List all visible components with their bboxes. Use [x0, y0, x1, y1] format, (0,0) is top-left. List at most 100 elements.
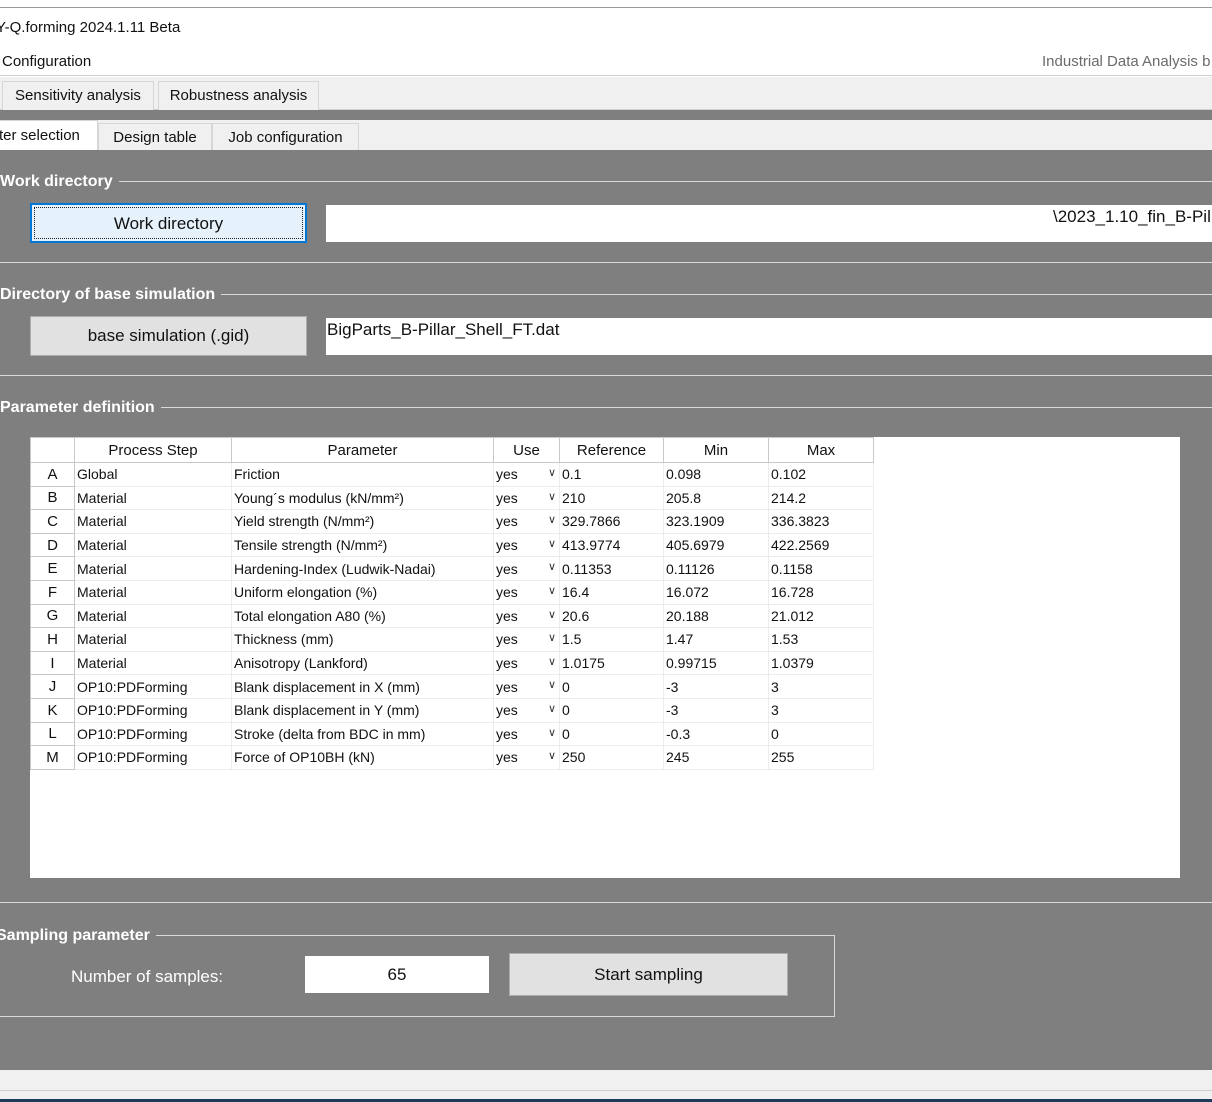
row-header[interactable]: M	[30, 745, 75, 770]
row-header[interactable]: C	[30, 509, 75, 534]
row-header[interactable]: L	[30, 721, 75, 747]
row-header[interactable]: I	[30, 650, 75, 676]
work-directory-button[interactable]: Work directory	[30, 203, 307, 243]
cell-process-step[interactable]: Material	[74, 650, 232, 676]
start-sampling-button[interactable]: Start sampling	[509, 953, 788, 996]
header-max[interactable]: Max	[768, 437, 874, 463]
cell-parameter[interactable]: Uniform elongation (%)	[231, 579, 494, 605]
header-use[interactable]: Use	[493, 437, 560, 463]
cell-min[interactable]: 1.47	[663, 627, 769, 652]
cell-max[interactable]: 21.012	[768, 603, 874, 629]
row-header[interactable]: D	[30, 532, 75, 558]
header-min[interactable]: Min	[663, 437, 769, 463]
cell-use[interactable]: yes ∨	[493, 509, 560, 534]
cell-parameter[interactable]: Total elongation A80 (%)	[231, 603, 494, 629]
chevron-down-icon[interactable]: ∨	[548, 466, 556, 479]
cell-process-step[interactable]: Material	[74, 556, 232, 581]
cell-reference[interactable]: 329.7866	[559, 509, 664, 534]
cell-min[interactable]: 245	[663, 745, 769, 770]
cell-parameter[interactable]: Blank displacement in X (mm)	[231, 674, 494, 699]
cell-process-step[interactable]: Material	[74, 627, 232, 652]
cell-process-step[interactable]: Material	[74, 579, 232, 605]
header-reference[interactable]: Reference	[559, 437, 664, 463]
cell-use[interactable]: yes ∨	[493, 697, 560, 723]
chevron-down-icon[interactable]: ∨	[548, 631, 556, 644]
cell-use[interactable]: yes ∨	[493, 462, 560, 487]
row-header[interactable]: K	[30, 697, 75, 723]
chevron-down-icon[interactable]: ∨	[548, 702, 556, 715]
chevron-down-icon[interactable]: ∨	[548, 537, 556, 550]
cell-reference[interactable]: 250	[559, 745, 664, 770]
cell-reference[interactable]: 1.5	[559, 627, 664, 652]
cell-max[interactable]: 0.102	[768, 462, 874, 487]
cell-process-step[interactable]: Material	[74, 532, 232, 558]
cell-use[interactable]: yes ∨	[493, 745, 560, 770]
tab-design-table[interactable]: Design table	[98, 123, 212, 151]
cell-max[interactable]: 3	[768, 674, 874, 699]
cell-min[interactable]: -3	[663, 674, 769, 699]
cell-process-step[interactable]: OP10:PDForming	[74, 697, 232, 723]
cell-reference[interactable]: 16.4	[559, 579, 664, 605]
samples-input[interactable]: 65	[305, 956, 489, 993]
base-simulation-button[interactable]: base simulation (.gid)	[30, 316, 307, 356]
chevron-down-icon[interactable]: ∨	[548, 749, 556, 762]
cell-parameter[interactable]: Hardening-Index (Ludwik-Nadai)	[231, 556, 494, 581]
cell-max[interactable]: 0	[768, 721, 874, 747]
cell-process-step[interactable]: OP10:PDForming	[74, 721, 232, 747]
cell-use[interactable]: yes ∨	[493, 579, 560, 605]
cell-min[interactable]: -3	[663, 697, 769, 723]
cell-parameter[interactable]: Stroke (delta from BDC in mm)	[231, 721, 494, 747]
cell-max[interactable]: 1.0379	[768, 650, 874, 676]
cell-parameter[interactable]: Yield strength (N/mm²)	[231, 509, 494, 534]
cell-reference[interactable]: 0.1	[559, 462, 664, 487]
cell-reference[interactable]: 1.0175	[559, 650, 664, 676]
chevron-down-icon[interactable]: ∨	[548, 513, 556, 526]
cell-reference[interactable]: 0	[559, 721, 664, 747]
cell-use[interactable]: yes ∨	[493, 721, 560, 747]
cell-min[interactable]: 16.072	[663, 579, 769, 605]
cell-parameter[interactable]: Young´s modulus (kN/mm²)	[231, 485, 494, 511]
cell-process-step[interactable]: Material	[74, 509, 232, 534]
cell-use[interactable]: yes ∨	[493, 603, 560, 629]
cell-use[interactable]: yes ∨	[493, 532, 560, 558]
cell-process-step[interactable]: Global	[74, 462, 232, 487]
cell-reference[interactable]: 0	[559, 674, 664, 699]
cell-max[interactable]: 0.1158	[768, 556, 874, 581]
header-parameter[interactable]: Parameter	[231, 437, 494, 463]
cell-parameter[interactable]: Blank displacement in Y (mm)	[231, 697, 494, 723]
cell-process-step[interactable]: OP10:PDForming	[74, 745, 232, 770]
cell-parameter[interactable]: Force of OP10BH (kN)	[231, 745, 494, 770]
cell-parameter[interactable]: Anisotropy (Lankford)	[231, 650, 494, 676]
cell-max[interactable]: 214.2	[768, 485, 874, 511]
cell-max[interactable]: 16.728	[768, 579, 874, 605]
row-header[interactable]: E	[30, 556, 75, 581]
row-header[interactable]: F	[30, 579, 75, 605]
cell-process-step[interactable]: Material	[74, 485, 232, 511]
cell-use[interactable]: yes ∨	[493, 650, 560, 676]
row-header[interactable]: H	[30, 627, 75, 652]
cell-parameter[interactable]: Tensile strength (N/mm²)	[231, 532, 494, 558]
chevron-down-icon[interactable]: ∨	[548, 584, 556, 597]
cell-max[interactable]: 255	[768, 745, 874, 770]
cell-reference[interactable]: 20.6	[559, 603, 664, 629]
chevron-down-icon[interactable]: ∨	[548, 608, 556, 621]
cell-min[interactable]: 405.6979	[663, 532, 769, 558]
work-directory-path-field[interactable]: \2023_1.10_fin_B-Pil	[326, 205, 1212, 242]
menu-configuration[interactable]: Configuration	[2, 53, 91, 70]
row-header[interactable]: B	[30, 485, 75, 511]
cell-use[interactable]: yes ∨	[493, 556, 560, 581]
cell-reference[interactable]: 0.11353	[559, 556, 664, 581]
tab-parameter-selection[interactable]: ter selection	[0, 120, 98, 150]
cell-process-step[interactable]: OP10:PDForming	[74, 674, 232, 699]
cell-reference[interactable]: 210	[559, 485, 664, 511]
cell-reference[interactable]: 413.9774	[559, 532, 664, 558]
cell-use[interactable]: yes ∨	[493, 627, 560, 652]
chevron-down-icon[interactable]: ∨	[548, 726, 556, 739]
cell-parameter[interactable]: Thickness (mm)	[231, 627, 494, 652]
cell-min[interactable]: 0.098	[663, 462, 769, 487]
cell-max[interactable]: 422.2569	[768, 532, 874, 558]
cell-parameter[interactable]: Friction	[231, 462, 494, 487]
cell-min[interactable]: 205.8	[663, 485, 769, 511]
cell-min[interactable]: 20.188	[663, 603, 769, 629]
header-process-step[interactable]: Process Step	[74, 437, 232, 463]
